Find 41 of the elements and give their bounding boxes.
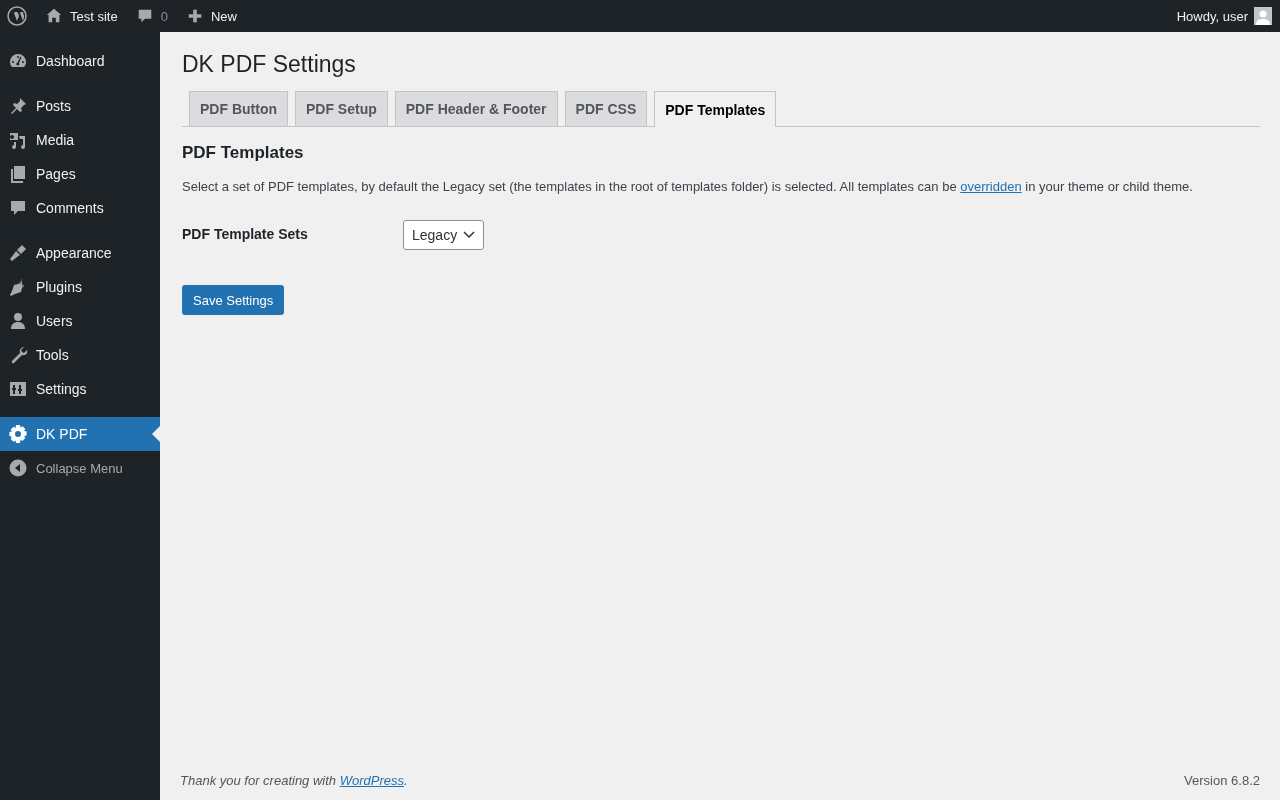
comments-link[interactable]: 0 (135, 7, 168, 25)
sidebar-item[interactable]: Dashboard (0, 44, 160, 78)
save-settings-button[interactable]: Save Settings (182, 285, 285, 315)
footer-text: Thank you for creating with WordPress. (180, 773, 408, 788)
pages-icon (8, 164, 28, 184)
sidebar-item[interactable]: Media (0, 123, 160, 157)
chevron-down-icon (463, 231, 476, 239)
description: Select a set of PDF templates, by default the Legacy set (the templates in the root of templates folder) is selected. All templates can be overridden in your theme or child theme. (182, 179, 1194, 194)
gear-icon (8, 424, 28, 444)
media-icon (8, 130, 28, 150)
sidebar-item[interactable]: Appearance (0, 236, 160, 270)
sidebar-item[interactable]: Users (0, 304, 160, 338)
brush-icon (8, 243, 28, 263)
account-link[interactable]: Howdy, user (1176, 7, 1272, 25)
sliders-icon (8, 379, 28, 399)
tab[interactable]: PDF Setup (295, 91, 388, 126)
speech-bubble-icon (8, 198, 28, 218)
tab[interactable]: PDF Templates (654, 91, 777, 127)
wordpress-logo-icon (7, 6, 27, 26)
tab[interactable]: PDF Header & Footer (394, 91, 558, 126)
section-title: PDF Templates (182, 143, 305, 163)
sidebar-item[interactable]: Pages (0, 157, 160, 191)
sidebar-item[interactable]: Tools (0, 338, 160, 372)
sidebar-item[interactable]: Settings (0, 372, 160, 406)
tab[interactable]: PDF Button (189, 91, 288, 126)
sidebar-item[interactable]: Comments (0, 191, 160, 225)
template-set-dropdown[interactable]: Legacy (403, 220, 485, 250)
overridden-link[interactable]: overridden (960, 179, 1022, 194)
sidebar-item[interactable]: DK PDF (0, 417, 160, 451)
collapse-menu-button[interactable]: Collapse Menu (0, 451, 129, 485)
sidebar-item[interactable]: Plugins (0, 270, 160, 304)
home-icon (45, 7, 63, 25)
new-link[interactable]: New (185, 7, 237, 25)
person-icon (8, 311, 28, 331)
site-link[interactable]: Test site (45, 7, 118, 25)
tab[interactable]: PDF CSS (564, 91, 648, 126)
wordpress-link[interactable]: WordPress (339, 773, 404, 788)
version-text: Version 6.8.2 (1184, 773, 1260, 788)
sidebar-item[interactable]: Posts (0, 89, 160, 123)
page-title: DK PDF Settings (182, 51, 357, 78)
field-label: PDF Template Sets (182, 225, 309, 242)
